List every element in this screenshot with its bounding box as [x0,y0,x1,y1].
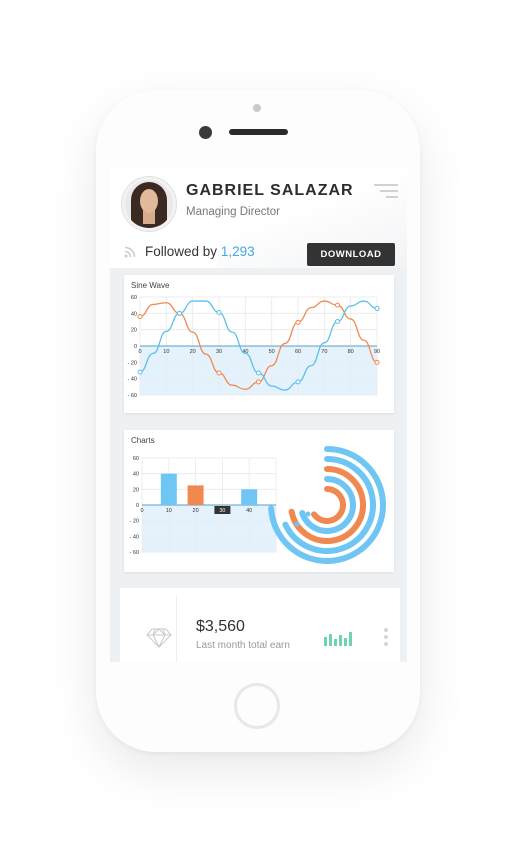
y-tick-label: - 40 [130,534,139,540]
y-tick-label: - 20 [130,519,139,525]
bar-chart: 6040200- 20- 40- 600 10 20 30 40 [130,446,386,564]
profile-role: Managing Director [186,206,280,218]
data-point [295,319,301,325]
y-tick-label: 60 [131,295,137,301]
x-tick-label: 20 [193,508,199,514]
x-tick-label: 20 [190,349,196,355]
bar-20 [187,485,204,505]
x-tick-label: 80 [348,349,354,355]
followed-label: Followed by [145,244,218,259]
charts-card: 60 40 20 0- 20- 40- 60 0 10 20 30 40 Charts [124,430,394,572]
x-tick-label: 40 [246,508,252,514]
data-point [256,379,261,385]
data-point [216,310,222,316]
mini-bar-chart-icon [324,632,352,646]
bar-10 [160,473,177,505]
diamond-icon [146,628,172,648]
menu-icon[interactable] [374,184,398,202]
radial-arc-4 [311,486,346,524]
y-tick-label: 20 [133,487,139,493]
radial-marker [294,521,300,527]
x-tick-label: 0 [138,349,141,355]
data-point [216,370,222,376]
x-tick-label: 50 [269,349,275,355]
data-point [137,314,143,320]
earpiece-speaker [229,129,288,135]
x-tick-label: 30 [219,508,225,514]
y-tick-label: 40 [131,311,137,317]
y-tick-label: 0 [136,503,139,509]
data-point [374,359,380,365]
profile-name: GABRIEL SALAZAR [186,182,354,199]
y-tick-label: 60 [133,456,139,462]
radial-marker [305,511,311,517]
camera [199,126,212,139]
x-tick-label: 10 [163,349,169,355]
sine-wave-card: 60 40 20 0- 20- 40- 60 0 10 20 30 40 50 60 70 80 90 S… [124,275,394,413]
phone-screen: GABRIEL SALAZAR Managing Director Follow… [110,168,407,662]
data-point [137,369,143,375]
charts-title: Charts [131,436,155,445]
y-tick-label: - 40 [128,377,137,383]
y-tick-label: 0 [134,344,137,350]
earnings-amount: $3,560 [196,618,245,635]
negative-area [142,505,276,552]
earnings-label: Last month total earn [196,640,290,651]
y-tick-label: 20 [131,328,137,334]
x-tick-label: 0 [140,508,143,514]
sine-wave-title: Sine Wave [131,281,170,290]
bar-40 [241,489,258,505]
y-tick-label: - 20 [128,360,137,366]
divider [176,596,177,662]
home-button[interactable] [234,683,280,729]
sensor-dot [253,104,261,112]
data-point [335,319,340,324]
x-tick-label: 70 [321,349,327,355]
x-tick-label: 10 [166,508,172,514]
profile-header: GABRIEL SALAZAR Managing Director Follow… [110,168,407,268]
earnings-card: $3,560 Last month total earn [120,588,400,662]
followers-count[interactable]: 1,293 [221,244,255,259]
avatar[interactable] [122,177,176,231]
download-button[interactable]: DOWNLOAD [307,243,395,266]
y-tick-label: 40 [133,472,139,478]
x-tick-label: 30 [216,349,222,355]
y-tick-label: - 60 [128,393,137,399]
data-point [335,302,340,308]
x-tick-label: 90 [374,349,380,355]
sine-wave-chart: 6040200- 20- 40- 600 10 20 30 40 50 60 70 80 90 [128,295,381,399]
radial-arc-1 [282,456,376,554]
data-point [374,305,380,311]
radial-arc-0 [268,446,386,564]
x-tick-label: 60 [295,349,301,355]
more-icon[interactable] [384,628,388,649]
data-point [295,379,301,385]
followers-line: Followed by 1,293 [145,244,255,259]
y-tick-label: - 60 [130,550,139,556]
rss-icon [124,246,136,258]
data-point [256,370,261,376]
data-point [177,310,182,316]
